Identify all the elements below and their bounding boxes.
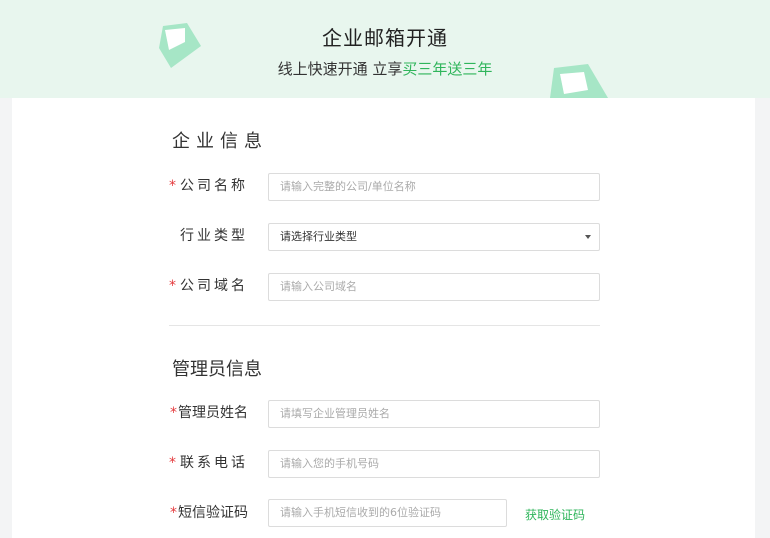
phone-label: *联系电话 bbox=[150, 449, 248, 477]
sms-code-input[interactable]: 请输入手机短信收到的6位验证码 bbox=[268, 499, 507, 527]
industry-label: 行业类型 bbox=[180, 228, 248, 244]
admin-name-label: *管理员姓名 bbox=[150, 399, 248, 427]
required-marker: * bbox=[169, 178, 179, 194]
page-title: 企业邮箱开通 bbox=[322, 26, 448, 50]
required-marker: * bbox=[169, 278, 179, 294]
promo-highlight: 买三年送三年 bbox=[402, 60, 493, 78]
label-text: 管理员姓名 bbox=[178, 405, 248, 421]
get-code-button[interactable]: 获取验证码 bbox=[525, 507, 585, 523]
company-name-input[interactable]: 请输入完整的公司/单位名称 bbox=[268, 173, 600, 201]
label-text: 短信验证码 bbox=[178, 505, 248, 521]
admin-section-title: 管理员信息 bbox=[172, 359, 262, 380]
section-divider bbox=[169, 325, 600, 326]
industry-select-value: 请选择行业类型 bbox=[280, 230, 357, 243]
label-text: 公司域名 bbox=[180, 278, 248, 294]
promo-text: 线上快速开通 立享 bbox=[277, 60, 403, 78]
required-marker: * bbox=[169, 455, 179, 471]
industry-select[interactable]: 请选择行业类型 bbox=[268, 223, 600, 251]
chevron-down-icon bbox=[585, 235, 591, 239]
promo-banner: 企业邮箱开通 线上快速开通 立享买三年送三年 bbox=[0, 0, 770, 98]
required-marker: * bbox=[170, 505, 177, 521]
company-name-label: *公司名称 bbox=[150, 172, 248, 200]
promo-subtitle: 线上快速开通 立享买三年送三年 bbox=[0, 58, 770, 79]
phone-input[interactable]: 请输入您的手机号码 bbox=[268, 450, 600, 478]
company-domain-input[interactable]: 请输入公司域名 bbox=[268, 273, 600, 301]
company-section-title: 企业信息 bbox=[172, 131, 268, 152]
label-text: 联系电话 bbox=[180, 455, 248, 471]
company-domain-label: *公司域名 bbox=[150, 272, 248, 300]
sms-code-label: *短信验证码 bbox=[150, 499, 248, 527]
admin-name-input[interactable]: 请填写企业管理员姓名 bbox=[268, 400, 600, 428]
required-marker: * bbox=[170, 405, 177, 421]
label-text: 公司名称 bbox=[180, 178, 248, 194]
